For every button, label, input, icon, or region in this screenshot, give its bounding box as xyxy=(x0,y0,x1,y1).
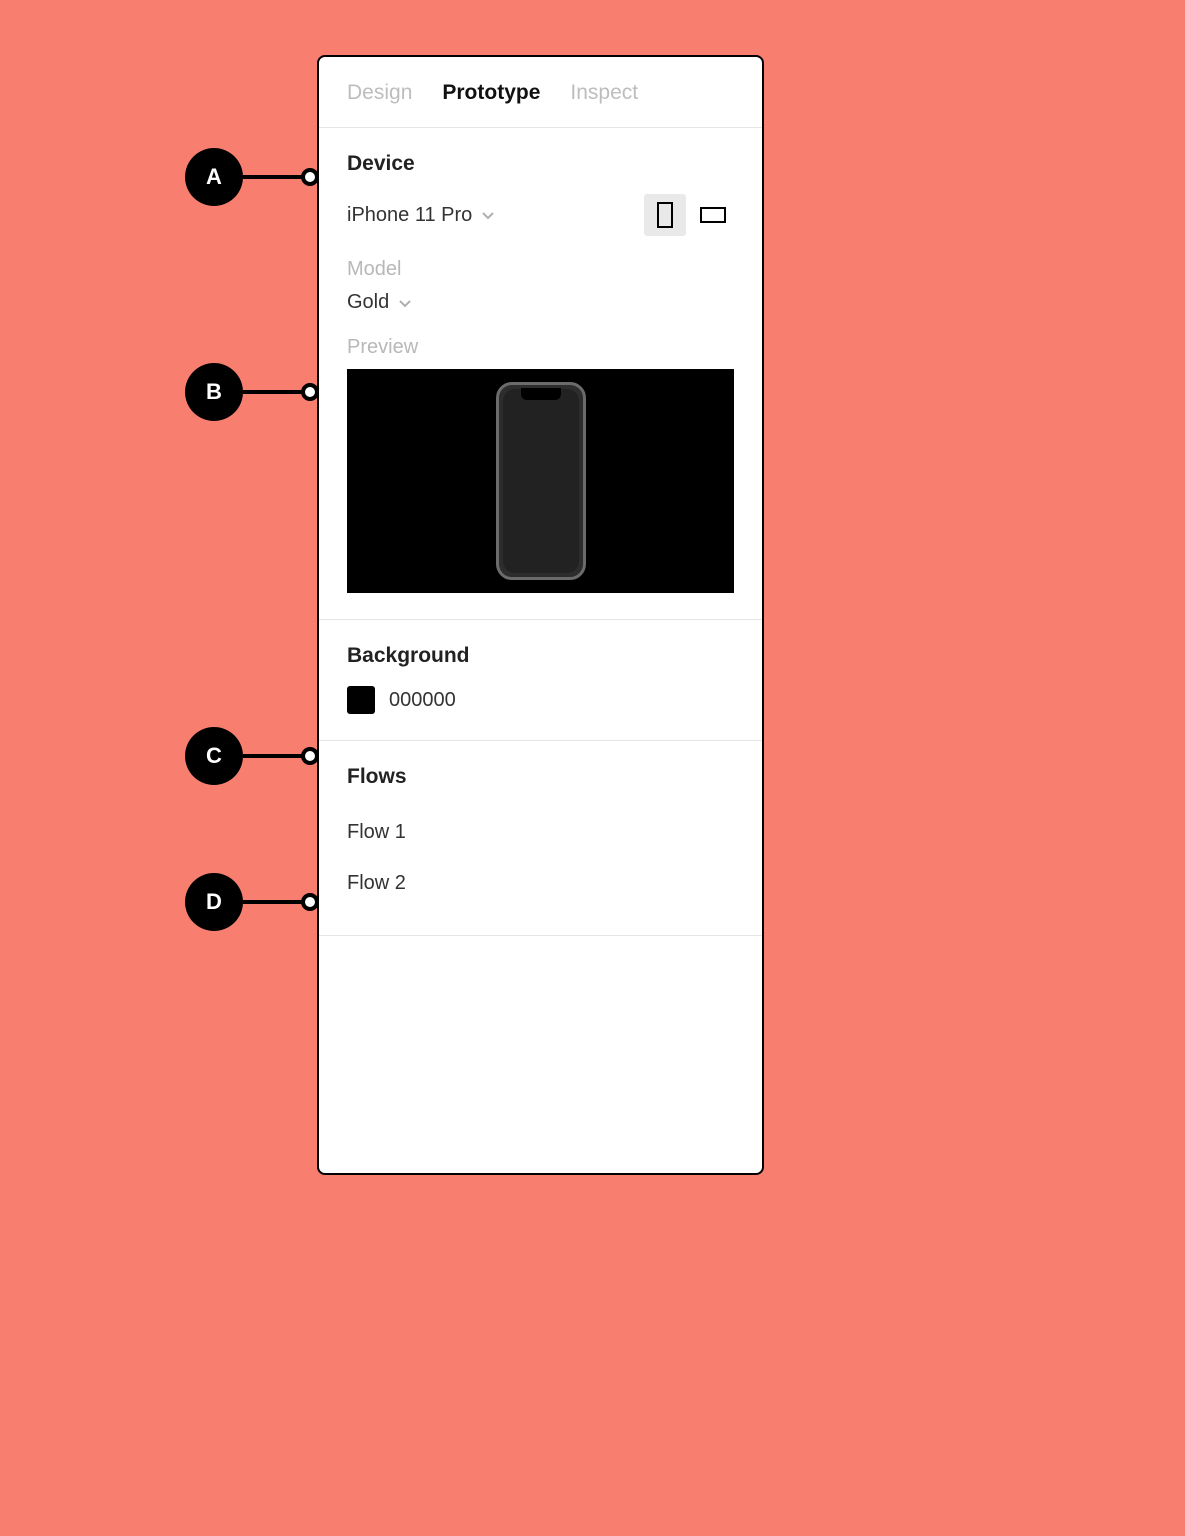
callout-badge: B xyxy=(185,363,243,421)
callout-line xyxy=(243,390,303,394)
flow-item[interactable]: Flow 1 xyxy=(347,807,734,858)
callout-badge: C xyxy=(185,727,243,785)
flows-section-title: Flows xyxy=(347,765,734,789)
device-preview xyxy=(347,369,734,593)
flows-section: Flows Flow 1 Flow 2 xyxy=(319,741,762,936)
callout-line xyxy=(243,175,303,179)
model-block: Model Gold xyxy=(347,258,734,314)
background-section: Background 000000 xyxy=(319,620,762,741)
callout-dot xyxy=(301,747,319,765)
color-swatch[interactable] xyxy=(347,686,375,714)
chevron-down-icon xyxy=(480,207,496,223)
callout-badge: D xyxy=(185,873,243,931)
tab-design[interactable]: Design xyxy=(347,81,412,105)
callout-a: A xyxy=(185,148,319,206)
chevron-down-icon xyxy=(397,295,413,311)
prototype-settings-panel: Design Prototype Inspect Device iPhone 1… xyxy=(317,55,764,1175)
callout-dot xyxy=(301,383,319,401)
callout-d: D xyxy=(185,873,319,931)
model-dropdown-label: Gold xyxy=(347,291,389,314)
portrait-icon xyxy=(657,202,673,228)
preview-label: Preview xyxy=(347,336,734,359)
callout-b: B xyxy=(185,363,319,421)
tab-prototype[interactable]: Prototype xyxy=(442,81,540,105)
background-section-title: Background xyxy=(347,644,734,668)
orientation-toggle xyxy=(644,194,734,236)
background-hex-value[interactable]: 000000 xyxy=(389,689,456,712)
device-section: Device iPhone 11 Pro Model Gold xyxy=(319,128,762,620)
device-section-title: Device xyxy=(347,152,734,176)
callout-line xyxy=(243,900,303,904)
callout-dot xyxy=(301,893,319,911)
device-row: iPhone 11 Pro xyxy=(347,194,734,236)
callout-dot xyxy=(301,168,319,186)
orientation-portrait-button[interactable] xyxy=(644,194,686,236)
flow-item[interactable]: Flow 2 xyxy=(347,858,734,909)
tab-inspect[interactable]: Inspect xyxy=(570,81,638,105)
background-color-row[interactable]: 000000 xyxy=(347,686,734,714)
device-dropdown[interactable]: iPhone 11 Pro xyxy=(347,204,496,227)
orientation-landscape-button[interactable] xyxy=(692,194,734,236)
callout-badge: A xyxy=(185,148,243,206)
tab-bar: Design Prototype Inspect xyxy=(319,57,762,128)
phone-mockup-icon xyxy=(496,382,586,580)
device-dropdown-label: iPhone 11 Pro xyxy=(347,204,472,227)
callout-line xyxy=(243,754,303,758)
model-label: Model xyxy=(347,258,734,281)
landscape-icon xyxy=(700,207,726,223)
model-dropdown[interactable]: Gold xyxy=(347,291,413,314)
callout-c: C xyxy=(185,727,319,785)
